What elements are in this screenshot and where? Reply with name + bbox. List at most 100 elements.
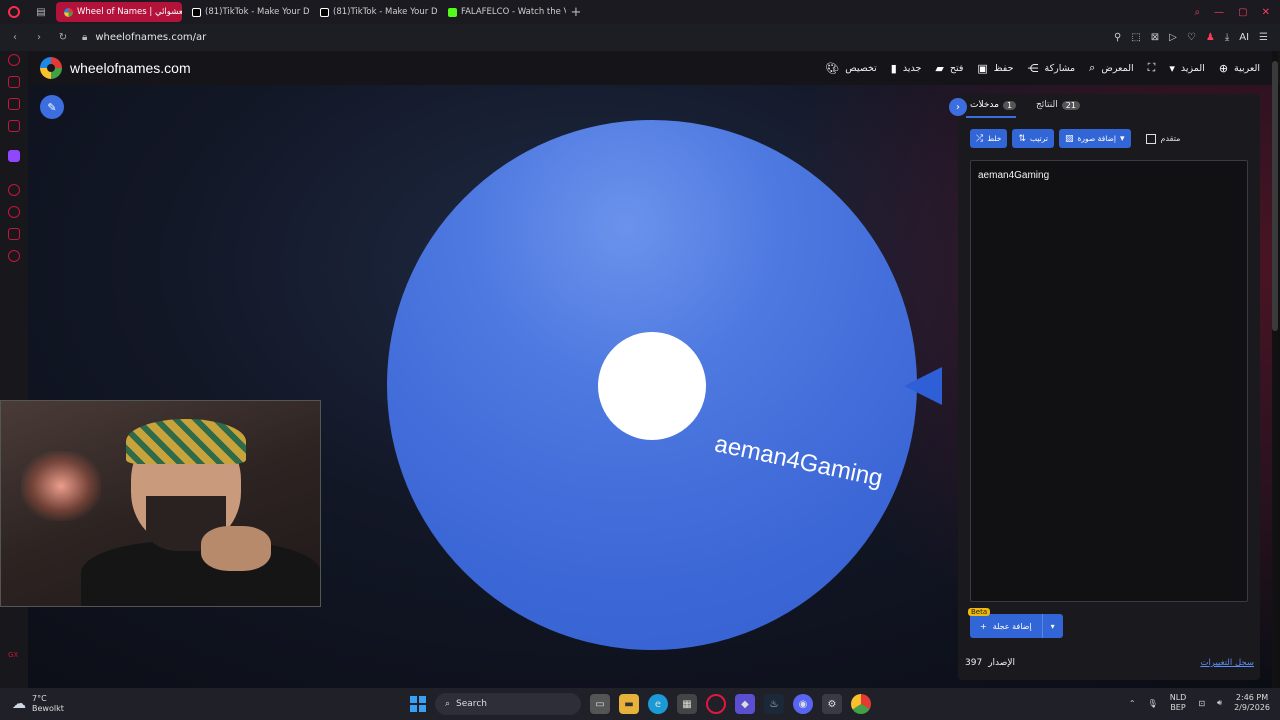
sidebar-aria-icon[interactable] xyxy=(8,54,20,66)
sidebar-gx-icon[interactable] xyxy=(8,120,20,132)
player-icon[interactable]: ▷ xyxy=(1169,32,1177,43)
search-tabs-icon[interactable]: ⌕ xyxy=(1195,7,1201,18)
save-icon: ▣ xyxy=(977,61,988,75)
cloud-icon: ☁ xyxy=(12,696,26,712)
menu-open[interactable]: ▰ فتح xyxy=(935,62,963,75)
new-tab-button[interactable]: + xyxy=(566,5,586,20)
lock-icon[interactable]: 🔒︎ xyxy=(82,32,87,43)
tab-tiktok-1[interactable]: (81)TikTok - Make Your Da xyxy=(184,2,310,22)
minimize-icon[interactable]: — xyxy=(1214,7,1224,18)
language-indicator[interactable]: NLD BEP xyxy=(1170,693,1187,713)
edge-icon[interactable]: e xyxy=(648,694,668,714)
site-logo-link[interactable]: wheelofnames.com xyxy=(40,57,191,79)
kick-icon xyxy=(448,7,457,17)
changelog-link[interactable]: سجل التغييرات xyxy=(1200,658,1254,668)
image-icon: ▨ xyxy=(1064,133,1074,144)
file-explorer-icon[interactable]: ▬ xyxy=(619,694,639,714)
tab-falafelco[interactable]: FALAFELCO - Watch the V xyxy=(440,2,566,22)
add-wheel-button[interactable]: + إضافة عجلة xyxy=(970,614,1042,638)
network-icon[interactable]: ⊡ xyxy=(1198,699,1205,708)
menu-customize[interactable]: 🎨︎ تخصيص xyxy=(825,62,877,75)
sidebar-settings-icon[interactable] xyxy=(8,250,20,262)
advanced-checkbox[interactable] xyxy=(1145,133,1156,144)
sidebar-gx-logo-icon[interactable]: GX xyxy=(8,651,20,663)
tab-label: Wheel of Names | عجلة العشوائي xyxy=(77,7,182,17)
tab-tiktok-2[interactable]: (81)TikTok - Make Your Da xyxy=(312,2,438,22)
menu-language[interactable]: ⊕ العربية xyxy=(1219,62,1260,75)
download-icon[interactable]: ⤓ xyxy=(1225,32,1229,43)
menu-fullscreen[interactable]: ⛶ xyxy=(1148,61,1156,75)
tray-chevron-icon[interactable]: ⌃ xyxy=(1129,699,1136,708)
reload-icon[interactable]: ↻ xyxy=(54,32,72,43)
task-view-icon[interactable]: ▭ xyxy=(590,694,610,714)
maximize-icon[interactable]: ▢ xyxy=(1238,7,1247,18)
taskbar-search-label: Search xyxy=(456,699,487,709)
search-icon: ⌕ xyxy=(1089,61,1096,74)
entry-line: aeman4Gaming xyxy=(978,170,1050,181)
sidebar-messenger-icon[interactable] xyxy=(8,98,20,110)
discord-icon[interactable]: ◉ xyxy=(793,694,813,714)
address-bar: ‹ › ↻ 🔒︎ wheelofnames.com/ar ⚲ ⬚ ⊠ ▷ ♡ ♟… xyxy=(0,24,1280,51)
taskbar-search[interactable]: ⌕ Search xyxy=(435,693,581,715)
microphone-icon[interactable]: 🎙︎ xyxy=(1148,699,1158,708)
weather-widget[interactable]: ☁ 7°C Bewolkt xyxy=(12,694,64,714)
add-wheel-label: إضافة عجلة xyxy=(992,621,1032,631)
window-controls: ⌕ — ▢ ✕ xyxy=(1195,7,1280,18)
settings-app-icon[interactable]: ⚙ xyxy=(822,694,842,714)
workspaces-icon[interactable]: ▤ xyxy=(28,0,54,24)
heart-icon[interactable]: ♡ xyxy=(1187,32,1196,43)
tiktok-icon xyxy=(192,7,201,17)
tab-entries[interactable]: مدخلات 1 xyxy=(970,100,1017,110)
sidebar-chat-icon[interactable] xyxy=(8,228,20,240)
entries-textarea[interactable]: aeman4Gaming xyxy=(970,160,1248,602)
app-icon[interactable]: ◆ xyxy=(735,694,755,714)
url-field[interactable]: wheelofnames.com/ar xyxy=(95,32,206,43)
collapse-panel-button[interactable]: › xyxy=(949,98,967,116)
tab-results[interactable]: النتائج 21 xyxy=(1036,100,1080,110)
store-icon[interactable]: ▦ xyxy=(677,694,697,714)
shuffle-button[interactable]: ⤮ خلط xyxy=(970,129,1008,148)
easy-setup-icon[interactable]: ☰ xyxy=(1259,32,1268,43)
windows-start-icon[interactable] xyxy=(410,696,426,712)
wheel[interactable]: aeman4Gaming xyxy=(387,120,917,650)
opera-logo-icon[interactable] xyxy=(0,0,28,24)
snapshot-icon[interactable]: ⬚ xyxy=(1131,32,1140,43)
menu-label: فتح xyxy=(949,62,964,74)
wheel-favicon-icon xyxy=(64,7,73,17)
clock[interactable]: 2:46 PM 2/9/2026 xyxy=(1234,693,1270,713)
menu-share[interactable]: ⋲ مشاركة xyxy=(1027,62,1075,75)
steam-icon[interactable]: ♨ xyxy=(764,694,784,714)
opera-gx-icon[interactable] xyxy=(706,694,726,714)
menu-more[interactable]: ▾ المزيد xyxy=(1169,62,1204,75)
chrome-icon[interactable] xyxy=(851,694,871,714)
add-image-button[interactable]: ▨ إضافة صورة ▾ xyxy=(1058,129,1131,148)
menu-label: العربية xyxy=(1234,62,1260,74)
extension-icon[interactable]: ♟ xyxy=(1206,32,1215,43)
wheel-hub[interactable] xyxy=(598,332,706,440)
edit-pencil-icon[interactable]: ✎ xyxy=(40,95,64,119)
page-scrollbar[interactable] xyxy=(1272,51,1278,688)
pin-icon[interactable]: ⚲ xyxy=(1114,32,1121,43)
search-icon: ⌕ xyxy=(445,699,451,709)
menu-save[interactable]: ▣ حفظ xyxy=(977,62,1013,75)
sidebar-history-icon[interactable] xyxy=(8,206,20,218)
tab-wheel-of-names[interactable]: Wheel of Names | عجلة العشوائي xyxy=(56,2,182,22)
menu-new[interactable]: ▮ جديد xyxy=(891,62,922,75)
sidebar-twitch-icon[interactable] xyxy=(8,150,20,162)
scrollbar-thumb[interactable] xyxy=(1272,61,1278,331)
back-icon[interactable]: ‹ xyxy=(6,32,24,43)
forward-icon[interactable]: › xyxy=(30,32,48,43)
adblock-icon[interactable]: ⊠ xyxy=(1151,32,1159,43)
volume-icon[interactable]: 🔊︎ xyxy=(1217,698,1222,708)
ai-button[interactable]: AI xyxy=(1239,32,1249,43)
close-icon[interactable]: ✕ xyxy=(1262,7,1270,18)
add-wheel-dropdown-button[interactable]: ▾ xyxy=(1041,614,1063,638)
dropdown-icon: ▾ xyxy=(1169,61,1175,75)
menu-gallery[interactable]: ⌕ المعرض xyxy=(1089,61,1134,75)
sidebar-player-icon[interactable] xyxy=(8,184,20,196)
tab-entries-label: مدخلات xyxy=(970,100,999,110)
add-wheel-button-group: + إضافة عجلة ▾ xyxy=(970,614,1063,638)
sort-button[interactable]: ⇅ ترتيب xyxy=(1012,129,1054,148)
sidebar-bag-icon[interactable] xyxy=(8,76,20,88)
menu-label: مشاركة xyxy=(1044,62,1076,74)
